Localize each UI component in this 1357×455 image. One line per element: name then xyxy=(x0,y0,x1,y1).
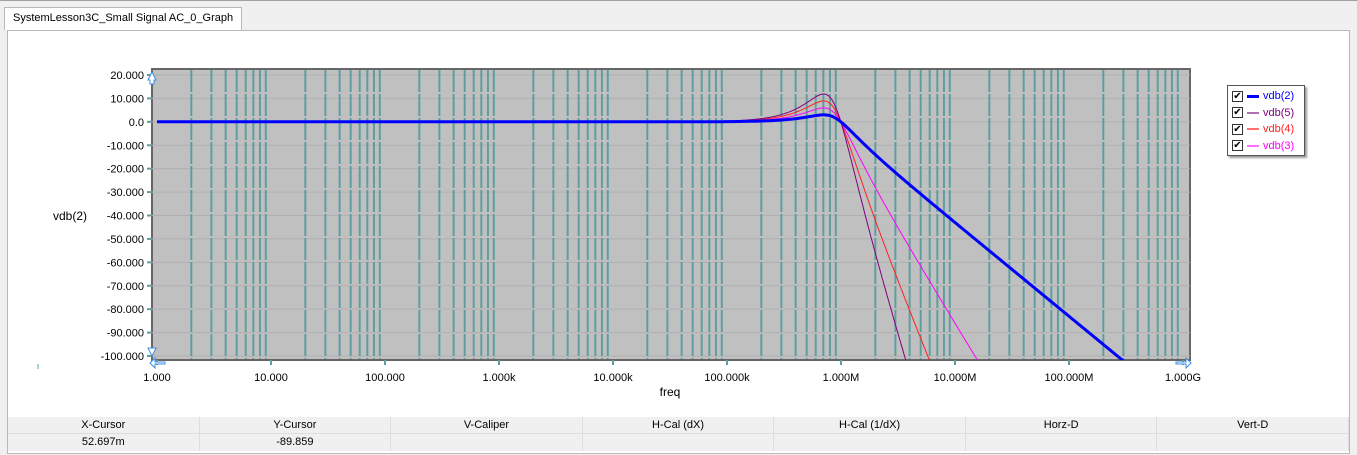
legend-item: ✔ vdb(5) xyxy=(1232,105,1300,122)
y-tick-label: -60.000 xyxy=(107,257,144,269)
x-tick-label: 10.000 xyxy=(254,372,288,384)
y-tick-label: -30.000 xyxy=(107,187,144,199)
legend-swatch xyxy=(1247,111,1259,114)
chart: 20.000 10.000 0.0 -10.000 -20.000 -30.000 -40.… xyxy=(37,68,1201,399)
y-tick-label: -100.000 xyxy=(101,351,144,363)
legend-swatch xyxy=(1247,128,1259,131)
x-tick-label: 1.000G xyxy=(1165,372,1201,384)
cursor-value: -89.859 xyxy=(200,434,392,451)
x-tick-label: 1.000k xyxy=(482,372,516,384)
cursor-header: Vert-D xyxy=(1157,417,1350,433)
x-tick-label: 10.000M xyxy=(934,372,977,384)
cursor-value: 52.697m xyxy=(8,434,200,451)
y-tick-label: -70.000 xyxy=(107,281,144,293)
legend-label: vdb(2) xyxy=(1263,90,1295,103)
legend-checkbox[interactable]: ✔ xyxy=(1232,107,1243,119)
cursor-value xyxy=(583,434,775,451)
x-tick-label: 1.000M xyxy=(823,372,860,384)
cursor-value xyxy=(966,434,1158,451)
legend-item: ✔ vdb(3) xyxy=(1232,138,1300,155)
cursor-table: X-Cursor Y-Cursor V-Caliper H-Cal (dX) H-Cal… xyxy=(8,417,1350,453)
cursor-header: V-Caliper xyxy=(391,417,583,433)
x-tick-label: 100.000M xyxy=(1045,372,1094,384)
legend-swatch xyxy=(1247,144,1259,147)
y-tick-label: 20.000 xyxy=(110,70,144,82)
cursor-value xyxy=(391,434,583,451)
legend-label: vdb(5) xyxy=(1263,106,1295,119)
y-axis-label: vdb(2) xyxy=(53,209,87,223)
y-tick-label: 0.0 xyxy=(129,117,144,129)
y-tick-label: -80.000 xyxy=(107,304,144,316)
cursor-header: H-Cal (dX) xyxy=(583,417,775,433)
legend-checkbox[interactable]: ✔ xyxy=(1232,140,1243,152)
cursor-header: Horz-D xyxy=(966,417,1158,433)
x-axis-label: freq xyxy=(660,385,681,399)
legend-item: ✔ vdb(2) xyxy=(1232,88,1300,105)
x-tick-label: 100.000k xyxy=(704,372,750,384)
legend: ✔ vdb(2) ✔ vdb(5) ✔ vdb(4) ✔ vdb(3) xyxy=(1227,85,1305,156)
y-tick-label: -50.000 xyxy=(107,234,144,246)
y-tick-label: -90.000 xyxy=(107,328,144,340)
legend-checkbox[interactable]: ✔ xyxy=(1232,123,1243,135)
cursor-value xyxy=(1157,434,1350,451)
cursor-value xyxy=(774,434,966,451)
legend-checkbox[interactable]: ✔ xyxy=(1232,90,1243,102)
x-tick-label: 1.000 xyxy=(143,372,171,384)
y-tick-label: -10.000 xyxy=(107,140,144,152)
y-tick-label: 10.000 xyxy=(110,93,144,105)
legend-swatch xyxy=(1247,94,1259,98)
legend-item: ✔ vdb(4) xyxy=(1232,121,1300,138)
y-tick-label: -20.000 xyxy=(107,164,144,176)
cursor-header: H-Cal (1/dX) xyxy=(774,417,966,433)
cursor-header: X-Cursor xyxy=(8,417,200,433)
cursor-header: Y-Cursor xyxy=(200,417,392,433)
x-tick-label: 10.000k xyxy=(593,372,633,384)
legend-label: vdb(4) xyxy=(1263,123,1295,136)
x-tick-label: 100.000 xyxy=(365,372,405,384)
y-tick-label: -40.000 xyxy=(107,211,144,223)
legend-label: vdb(3) xyxy=(1263,139,1295,152)
